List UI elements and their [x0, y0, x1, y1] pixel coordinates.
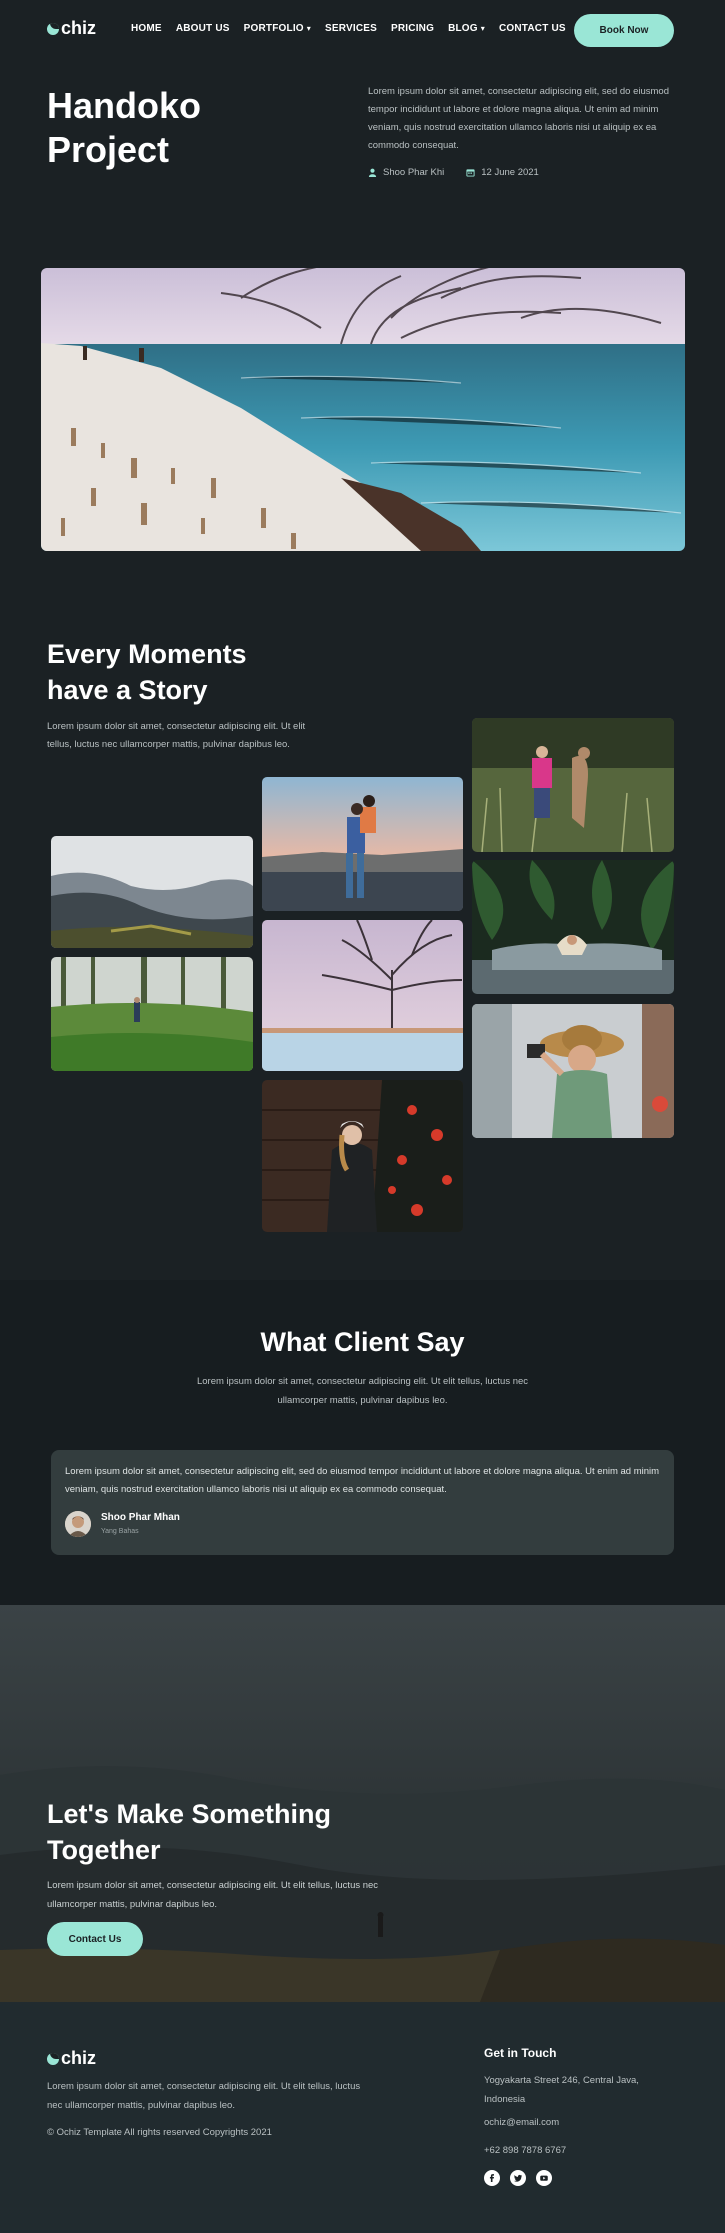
footer-logo[interactable]: chiz: [47, 2048, 96, 2069]
nav-item-services[interactable]: SERVICES: [325, 23, 377, 34]
cta-title: Let's Make Something Together: [47, 1796, 407, 1868]
book-now-button[interactable]: Book Now: [574, 14, 674, 47]
moments-title: Every Moments have a Story: [47, 636, 307, 708]
top-navigation: chiz HOME ABOUT US PORTFOLIO ▾ SERVICES P…: [0, 0, 725, 60]
gallery-photo-woman-camera[interactable]: [472, 1004, 674, 1138]
gallery-photo-woman-christmas-tree[interactable]: [262, 1080, 463, 1232]
nav-item-portfolio-label: PORTFOLIO: [243, 23, 304, 34]
nav-item-portfolio[interactable]: PORTFOLIO ▾: [244, 23, 311, 34]
chevron-down-icon: ▾: [480, 24, 485, 33]
hero-title-line2: Project: [47, 129, 170, 170]
hero-title-line1: Handoko: [47, 85, 202, 126]
twitter-icon[interactable]: [510, 2170, 526, 2186]
gallery-photo-winter-tree[interactable]: [262, 920, 463, 1071]
footer: [0, 2002, 725, 2233]
hero-author: Shoo Phar Khi: [383, 167, 445, 178]
logo-mark-icon: [47, 22, 59, 35]
footer-description: Lorem ipsum dolor sit amet, consectetur …: [47, 2081, 361, 2111]
hero-description: Lorem ipsum dolor sit amet, consectetur …: [368, 86, 669, 151]
footer-email[interactable]: ochiz@email.com: [484, 2117, 559, 2128]
gallery-photo-yoga-jungle[interactable]: [472, 860, 674, 994]
nav-item-home[interactable]: HOME: [131, 23, 162, 34]
cta-description: Lorem ipsum dolor sit amet, consectetur …: [47, 1880, 379, 1910]
moments-description: Lorem ipsum dolor sit amet, consectetur …: [47, 721, 306, 750]
social-links: [484, 2170, 552, 2186]
testimonials-description: Lorem ipsum dolor sit amet, consectetur …: [196, 1376, 529, 1406]
gallery-photo-couple-piggyback[interactable]: [262, 777, 463, 911]
main-menu: HOME ABOUT US PORTFOLIO ▾ SERVICES PRICIN…: [131, 23, 566, 34]
testimonial-card: Lorem ipsum dolor sit amet, consectetur …: [51, 1450, 674, 1555]
youtube-icon[interactable]: [536, 2170, 552, 2186]
footer-copyright: © Ochiz Template All rights reserved Cop…: [47, 2127, 272, 2138]
gallery-photo-girl-kangaroo[interactable]: [472, 718, 674, 852]
moments-title-line2: have a Story: [47, 675, 208, 705]
testimonial-author: Shoo Phar Mhan: [101, 1512, 180, 1523]
hero-meta: Shoo Phar Khi 12 June 2021: [368, 167, 539, 178]
nav-item-blog[interactable]: BLOG ▾: [448, 23, 485, 34]
footer-logo-text: chiz: [61, 2048, 97, 2068]
facebook-icon[interactable]: [484, 2170, 500, 2186]
nav-item-pricing[interactable]: PRICING: [391, 23, 434, 34]
logo[interactable]: chiz: [47, 18, 96, 39]
moments-title-line1: Every Moments: [47, 639, 247, 669]
cta-title-line1: Let's Make Something: [47, 1799, 331, 1829]
footer-phone[interactable]: +62 898 7878 6767: [484, 2145, 566, 2156]
logo-mark-icon: [47, 2052, 59, 2065]
testimonial-text: Lorem ipsum dolor sit amet, consectetur …: [65, 1466, 660, 1495]
logo-text: chiz: [61, 18, 97, 38]
hero-date: 12 June 2021: [481, 167, 539, 178]
nav-item-blog-label: BLOG: [448, 23, 478, 34]
contact-us-button[interactable]: Contact Us: [47, 1922, 143, 1956]
footer-address: Yogyakarta Street 246, Central Java, Ind…: [484, 2075, 639, 2105]
calendar-icon: [466, 169, 475, 177]
user-icon: [368, 168, 377, 177]
avatar: [65, 1511, 91, 1537]
footer-contact-heading: Get in Touch: [484, 2046, 557, 2060]
gallery-photo-misty-mountains[interactable]: [51, 836, 253, 948]
testimonial-role: Yang Bahas: [101, 1528, 139, 1535]
nav-item-about[interactable]: ABOUT US: [176, 23, 230, 34]
testimonials-title: What Client Say: [260, 1327, 465, 1357]
hero-image: [41, 268, 685, 551]
cta-title-line2: Together: [47, 1835, 161, 1865]
nav-item-contact[interactable]: CONTACT US: [499, 23, 566, 34]
hero-title: Handoko Project: [47, 84, 307, 172]
gallery-photo-forest-hiker[interactable]: [51, 957, 253, 1071]
chevron-down-icon: ▾: [306, 24, 311, 33]
